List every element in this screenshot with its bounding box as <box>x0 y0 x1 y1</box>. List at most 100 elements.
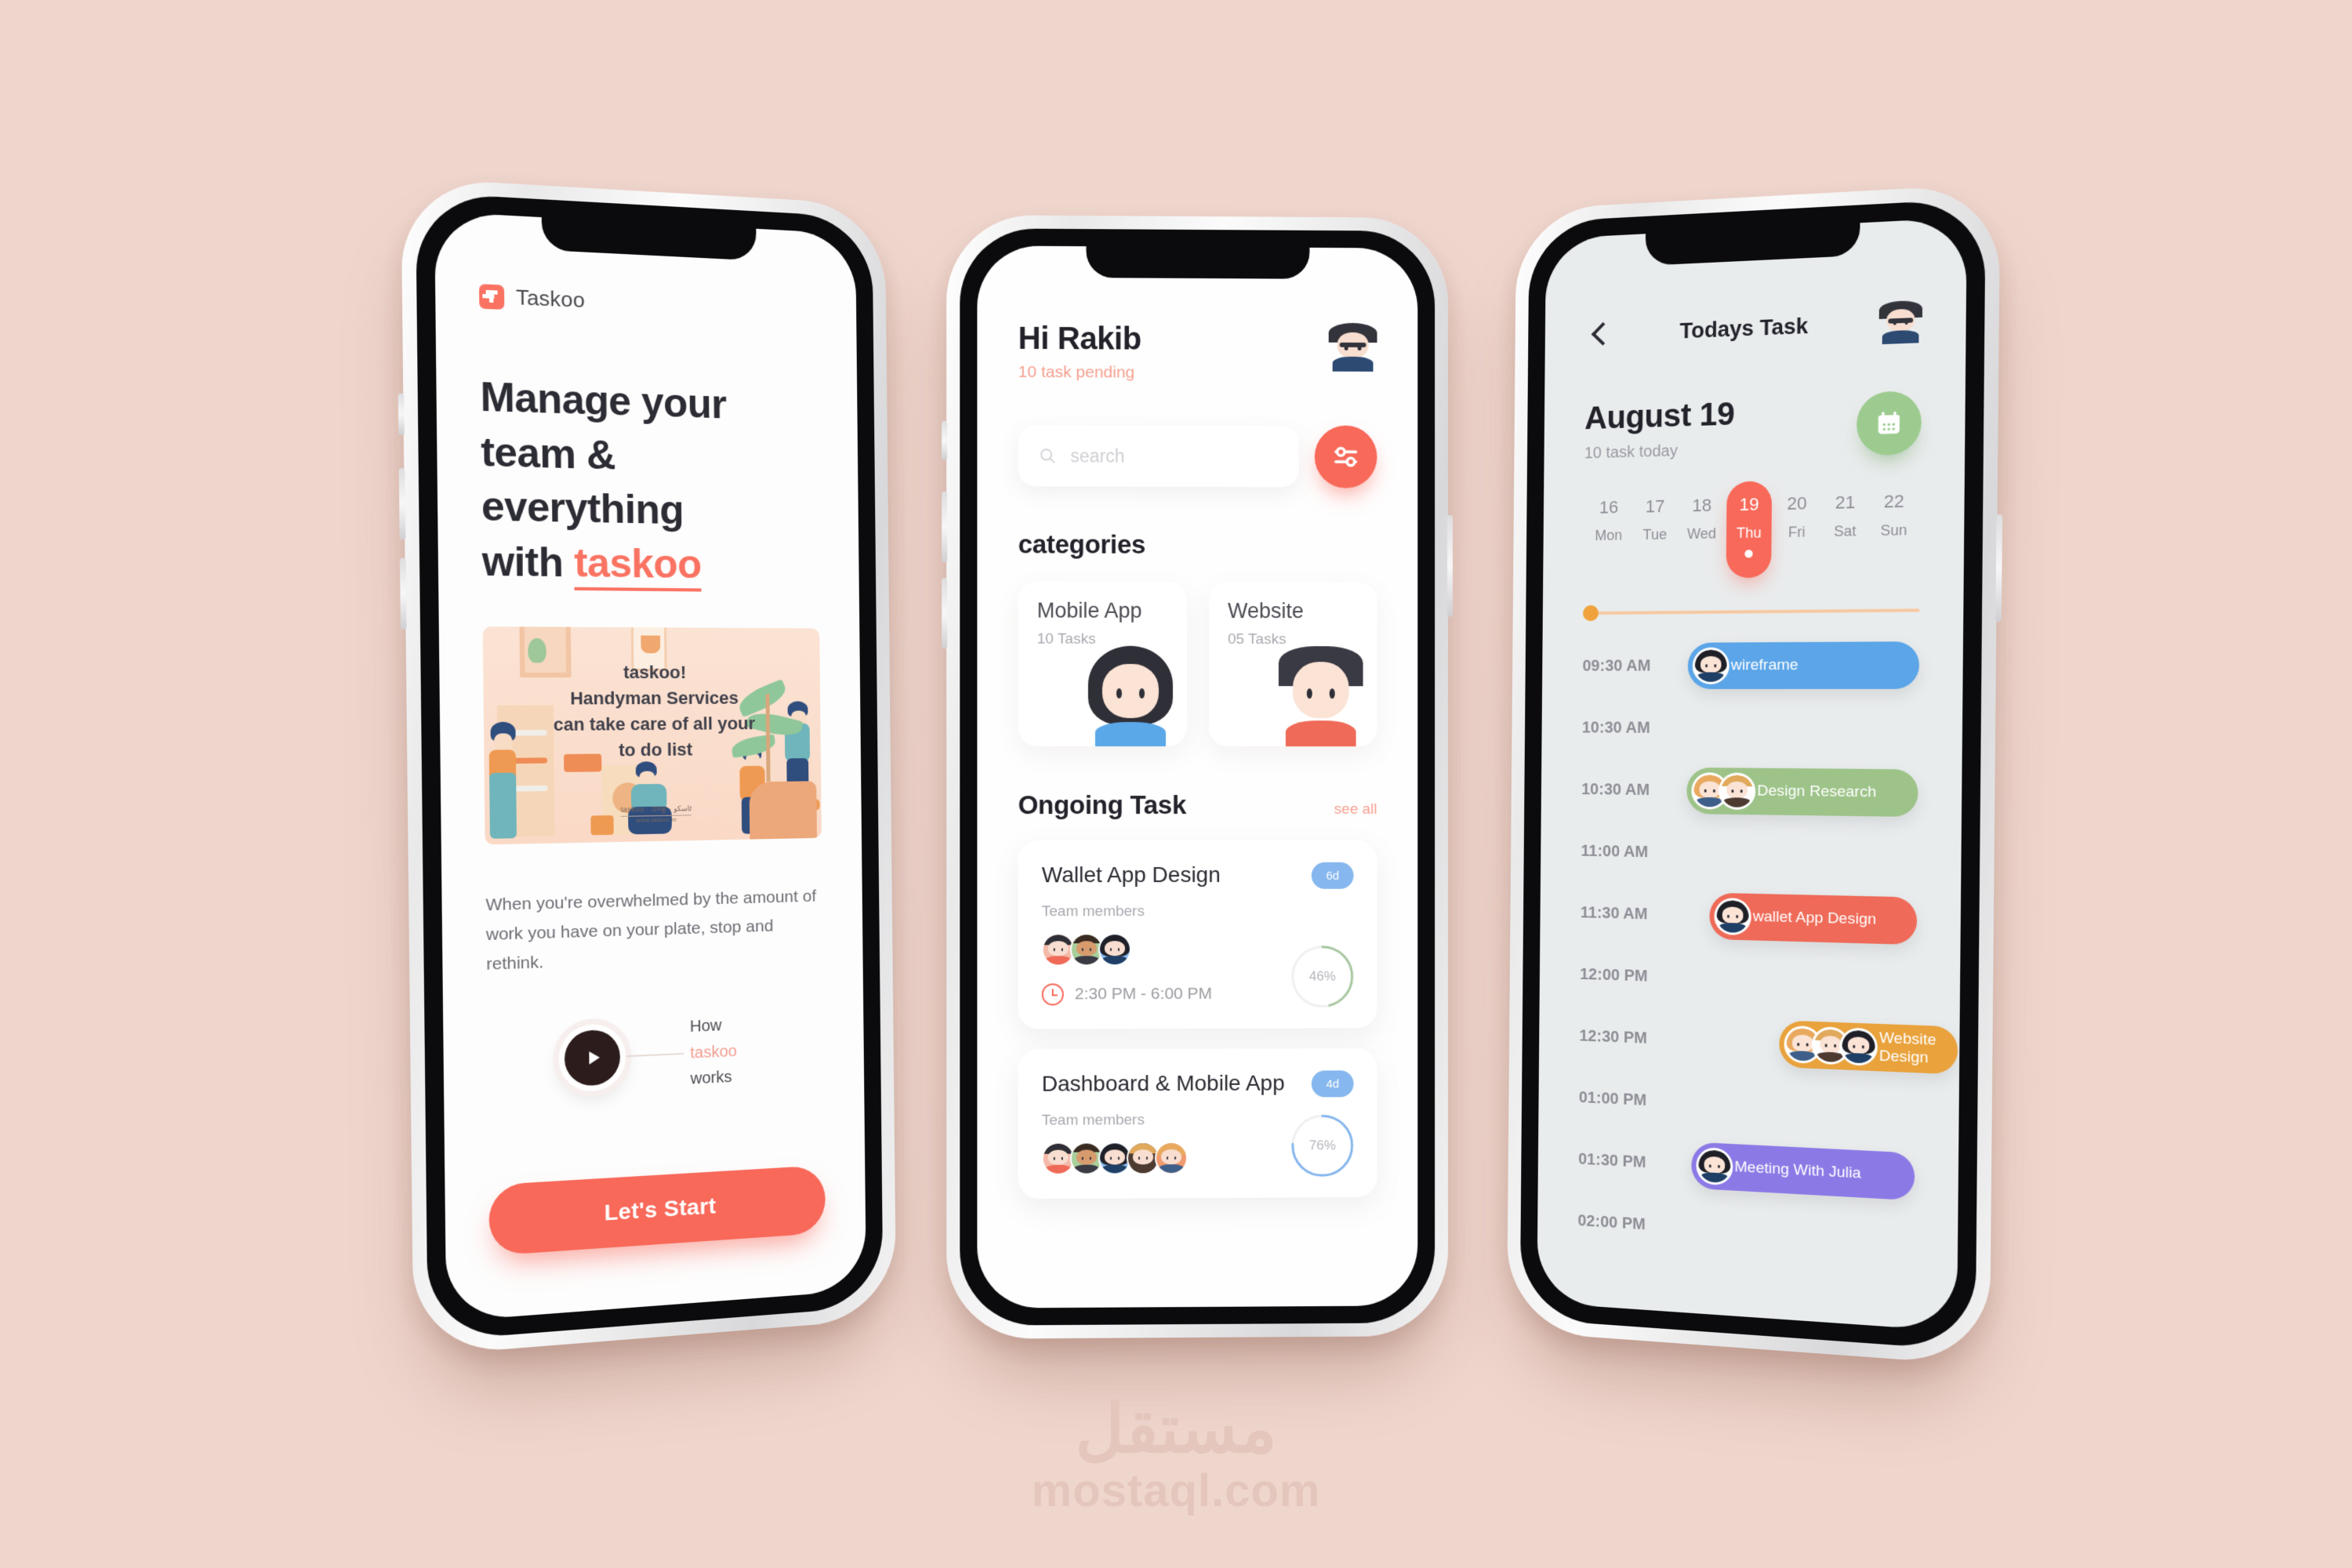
timeline-event-chip[interactable]: wallet App Design <box>1709 892 1918 946</box>
task-duration-badge: 4d <box>1311 1070 1354 1098</box>
headline-accent-word: taskoo <box>573 539 702 592</box>
how-line-1: How <box>689 1017 722 1036</box>
avatar-face <box>1328 322 1377 372</box>
category-card-website[interactable]: Website 05 Tasks <box>1208 582 1377 747</box>
task-progress-ring: 46% <box>1290 944 1356 1010</box>
timeline-event-chip[interactable]: wireframe <box>1687 641 1920 689</box>
task-title: Wallet App Design <box>1041 862 1221 887</box>
home-header: Hi Rakib 10 task pending <box>1018 321 1377 383</box>
phone2-volume-down-button[interactable] <box>942 578 948 649</box>
task-card-dashboard-mobile[interactable]: Dashboard & Mobile App 4d Team members 7… <box>1018 1048 1377 1200</box>
timeline-event-chip[interactable]: Design Research <box>1686 767 1918 818</box>
category-illustration-male <box>1278 646 1363 747</box>
task-count-today: 10 task today <box>1584 442 1679 463</box>
timeline-row: 12:00 PM <box>1580 943 1917 1017</box>
worker-left-overalls <box>489 772 517 839</box>
team-members-label: Team members <box>1041 903 1145 920</box>
filter-button[interactable] <box>1314 425 1377 488</box>
day-thu[interactable]: 19 Thu <box>1726 481 1773 579</box>
phone2-volume-up-button[interactable] <box>942 491 948 563</box>
ongoing-title: Ongoing Task <box>1018 790 1186 820</box>
member-avatar[interactable] <box>1696 1146 1733 1186</box>
day-fri[interactable]: 20 Fri <box>1773 492 1820 577</box>
nav-title: Todays Task <box>1679 313 1809 343</box>
play-circle <box>564 1029 621 1087</box>
see-all-link[interactable]: see all <box>1334 801 1377 818</box>
timeline-time: 12:00 PM <box>1580 965 1648 985</box>
phone1-volume-down-button[interactable] <box>400 557 407 630</box>
day-name: Fri <box>1788 524 1806 541</box>
phone2-notch <box>1086 229 1310 279</box>
member-avatar[interactable] <box>1692 647 1730 684</box>
user-avatar[interactable] <box>1878 299 1923 345</box>
day-number: 20 <box>1787 492 1807 514</box>
watermark-arabic: مستقل <box>1075 1391 1277 1467</box>
member-avatar[interactable] <box>1714 897 1751 936</box>
member-avatar[interactable] <box>1154 1142 1189 1175</box>
lets-start-button[interactable]: Let's Start <box>488 1165 826 1256</box>
phone3-power-button[interactable] <box>1995 514 2003 622</box>
sofa-shape <box>749 781 818 840</box>
lamp-shade <box>641 635 661 654</box>
search-input[interactable] <box>1070 445 1279 467</box>
phone3-notch <box>1645 205 1860 266</box>
hero-copy: taskoo! Handyman Services can take care … <box>483 659 821 764</box>
timeline-time: 11:00 AM <box>1581 842 1649 861</box>
how-line-3: works <box>690 1068 732 1088</box>
brand-name: Taskoo <box>515 285 586 313</box>
member-avatar[interactable] <box>1839 1027 1878 1067</box>
day-wed[interactable]: 18 Wed <box>1679 495 1725 579</box>
day-mon[interactable]: 16 Mon <box>1586 497 1631 580</box>
category-illustration-female <box>1087 645 1174 746</box>
day-name: Tue <box>1642 526 1668 543</box>
task-card-wallet-app[interactable]: Wallet App Design 6d Team members 2:30 P… <box>1018 840 1377 1029</box>
how-it-works-row[interactable]: How taskoo works <box>487 1009 824 1102</box>
task-progress-label: 76% <box>1308 1138 1336 1153</box>
headline-line-2: team & everything <box>480 428 684 533</box>
search-box[interactable] <box>1018 425 1299 488</box>
phone-onboarding: Taskoo Manage your team & everything wit… <box>397 177 897 1357</box>
back-chevron-icon[interactable] <box>1585 321 1612 349</box>
day-number: 16 <box>1599 497 1619 517</box>
todays-task-navbar: Todays Task <box>1585 299 1923 356</box>
headline-line-1: Manage your <box>480 373 727 427</box>
member-avatar[interactable] <box>1718 772 1756 811</box>
calendar-button[interactable] <box>1856 390 1922 456</box>
user-avatar[interactable] <box>1328 322 1377 372</box>
pending-count: 10 task pending <box>1018 362 1135 382</box>
day-tue[interactable]: 17 Tue <box>1632 495 1677 579</box>
day-number: 22 <box>1883 491 1904 512</box>
phone1-volume-up-button[interactable] <box>398 468 406 540</box>
timeline-row: 10:30 AM <box>1582 697 1919 761</box>
day-name: Sat <box>1834 522 1857 540</box>
hero-credit-url: www.taskoo.in <box>620 815 692 825</box>
day-name: Thu <box>1736 524 1762 542</box>
phone2-mute-button[interactable] <box>942 420 948 460</box>
categories-title: categories <box>1018 529 1146 559</box>
day-sun[interactable]: 22 Sun <box>1870 491 1917 577</box>
event-title: Meeting With Julia <box>1734 1158 1861 1182</box>
slider-knob[interactable] <box>1583 604 1599 622</box>
timeline-event-chip[interactable]: Meeting With Julia <box>1691 1142 1915 1201</box>
screen-home: Hi Rakib 10 task pending search categori… <box>977 245 1418 1308</box>
phone1-mute-button[interactable] <box>397 393 405 435</box>
play-video-button[interactable] <box>558 1022 626 1093</box>
phone2-power-button[interactable] <box>1447 514 1453 617</box>
timeline-event-chip[interactable]: Website Design <box>1779 1020 1958 1075</box>
phone-home: Hi Rakib 10 task pending search categori… <box>942 214 1453 1340</box>
search-row <box>1018 424 1377 488</box>
category-card-mobile-app[interactable]: Mobile App 10 Tasks <box>1018 581 1188 746</box>
task-title: Dashboard & Mobile App <box>1041 1070 1285 1096</box>
headline-line-3-prefix: with <box>481 538 575 586</box>
hero-line-3: can take care of all your <box>553 713 756 735</box>
task-time: 2:30 PM - 6:00 PM <box>1074 984 1213 1004</box>
mockup-stage: Taskoo Manage your team & everything wit… <box>0 0 2352 1568</box>
member-avatar[interactable] <box>1098 933 1131 967</box>
timeline-slider[interactable] <box>1583 604 1920 622</box>
body-copy: When you're overwhelmed by the amount of… <box>485 887 817 975</box>
hero-line-4: to do list <box>618 739 693 760</box>
day-sat[interactable]: 21 Sat <box>1821 492 1868 577</box>
timeline-row: 11:00 AM <box>1581 820 1918 889</box>
phone3-bezel: Todays Task August 19 10 task today 16 M… <box>1519 198 1986 1351</box>
week-day-strip: 16 Mon 17 Tue 18 Wed 19 Thu 20 Fri 21 Sat 22 Sun <box>1583 481 1921 580</box>
